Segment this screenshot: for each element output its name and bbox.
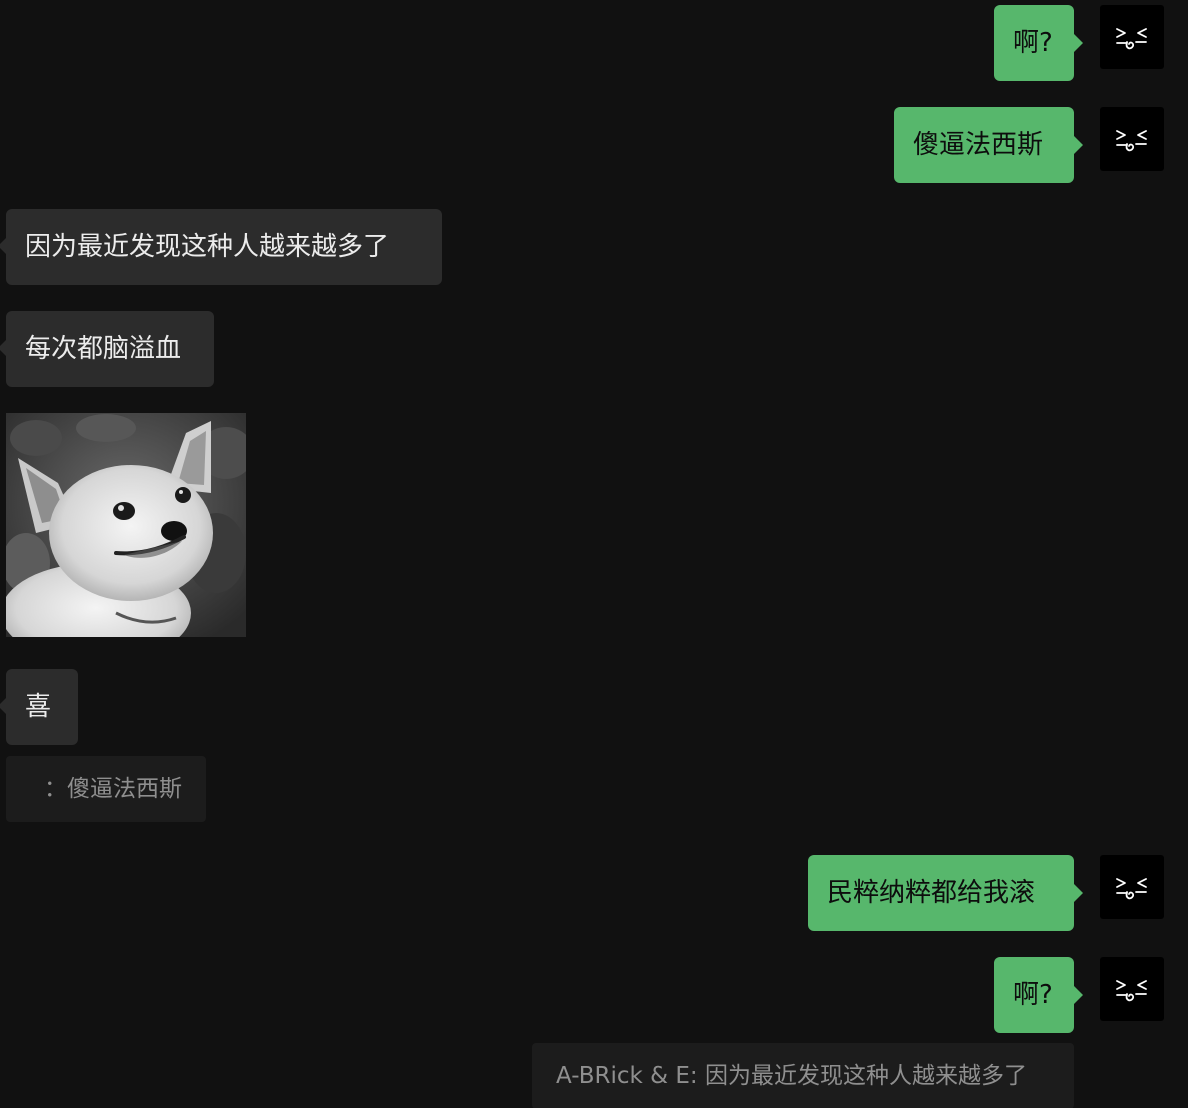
message-bubble-incoming[interactable]: 喜 [0, 669, 78, 745]
face-avatar-icon [1116, 878, 1147, 900]
message-bubble-outgoing[interactable]: 民粹纳粹都给我滚 [808, 855, 1083, 931]
message-bubble-outgoing[interactable]: 啊? [994, 5, 1083, 81]
message-bubble-outgoing[interactable]: 啊? [994, 957, 1083, 1033]
corgi-sticker[interactable] [6, 413, 246, 637]
chat-window: 啊? 傻逼法西斯 因为最近发现这种人越来越多了 每次都脑溢血 喜 ：傻逼法西斯 … [0, 0, 1188, 1108]
face-avatar-icon [1116, 28, 1147, 50]
face-avatar-icon [1116, 980, 1147, 1002]
corgi-sticker-icon [6, 413, 246, 637]
message-bubble-outgoing[interactable]: 傻逼法西斯 [894, 107, 1083, 183]
face-avatar-icon [1116, 130, 1147, 152]
message-bubble-incoming[interactable]: 因为最近发现这种人越来越多了 [0, 209, 442, 285]
avatar[interactable] [1100, 5, 1164, 69]
avatar[interactable] [1100, 855, 1164, 919]
quoted-message[interactable]: A-BRick & E: 因为最近发现这种人越来越多了 [532, 1043, 1074, 1108]
avatar[interactable] [1100, 957, 1164, 1021]
message-bubble-incoming[interactable]: 每次都脑溢血 [0, 311, 214, 387]
quoted-message[interactable]: ：傻逼法西斯 [6, 756, 206, 822]
avatar[interactable] [1100, 107, 1164, 171]
